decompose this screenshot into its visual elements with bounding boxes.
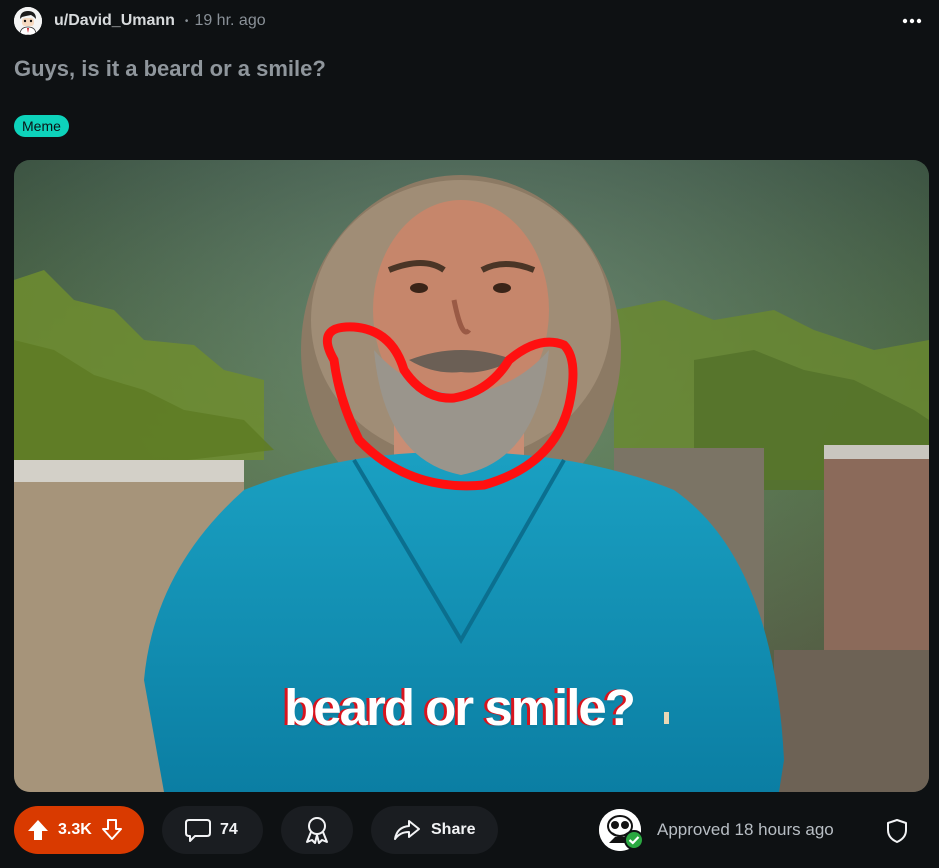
vote-count: 3.3K [58,821,92,838]
post-header: u/David_Umann • 19 hr. ago [14,4,925,38]
award-button[interactable] [281,806,353,854]
downvote-icon[interactable] [100,818,124,842]
post-flair[interactable]: Meme [14,115,69,137]
upvote-icon[interactable] [26,818,50,842]
moderator-avatar-icon [599,809,644,851]
post-action-bar: 3.3K 74 Share Approved 18 hours ago [14,806,929,854]
share-icon [393,818,421,842]
award-icon [302,815,332,845]
author-link[interactable]: u/David_Umann [54,12,175,30]
approved-status-text: Approved 18 hours ago [657,820,834,839]
user-avatar-icon[interactable] [14,7,42,35]
share-button[interactable]: Share [371,806,498,854]
comments-button[interactable]: 74 [162,806,263,854]
comment-count: 74 [220,821,238,838]
share-label: Share [431,821,476,838]
comment-icon [184,816,212,844]
post-title[interactable]: Guys, is it a beard or a smile? [14,56,326,82]
post-card: u/David_Umann • 19 hr. ago Guys, is it a… [0,0,939,868]
post-timestamp: 19 hr. ago [194,12,266,29]
moderation-status: Approved 18 hours ago [599,808,834,852]
more-options-icon[interactable] [901,10,923,32]
separator-dot: • [184,15,189,27]
mod-shield-icon[interactable] [885,818,909,844]
vote-control: 3.3K [14,806,144,854]
post-image[interactable]: beard or smile? [14,160,929,792]
approved-check-icon [624,830,644,855]
image-caption-text: beard or smile? [284,679,636,736]
